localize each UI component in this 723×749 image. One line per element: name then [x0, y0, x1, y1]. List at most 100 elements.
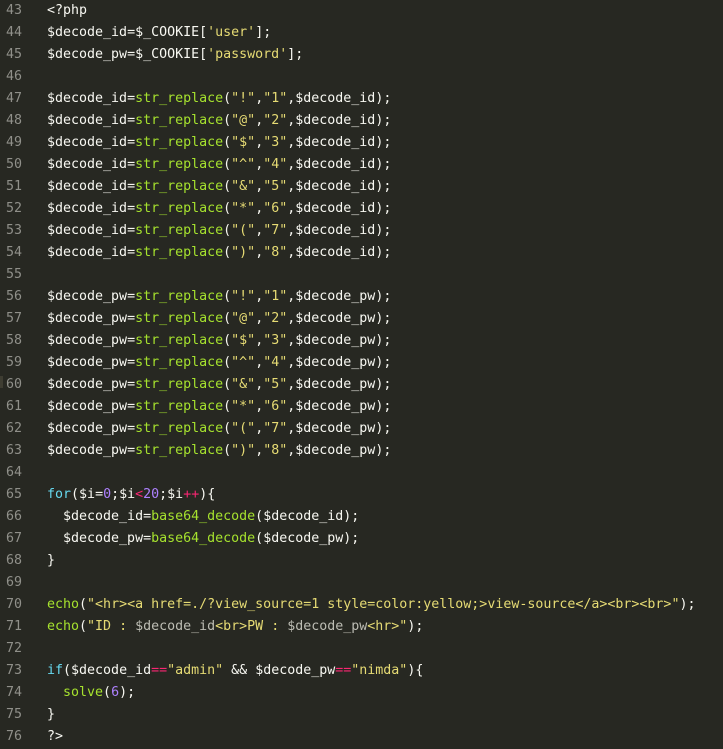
code-text: $decode_pw=str_replace("@","2",$decode_p…: [47, 308, 391, 330]
code-line[interactable]: 54 $decode_id=str_replace(")","8",$decode…: [0, 242, 723, 264]
code-token: "5": [263, 377, 288, 392]
code-line[interactable]: 60 $decode_pw=str_replace("&","5",$decode…: [0, 374, 723, 396]
code-token: ==: [335, 663, 352, 678]
code-token: =: [143, 531, 152, 546]
code-token: $decode_pw: [287, 619, 368, 634]
code-text: }: [47, 550, 55, 572]
line-number: 64: [6, 465, 23, 480]
code-line[interactable]: 72: [0, 638, 723, 660]
code-token: "7": [263, 223, 288, 238]
code-token: );: [375, 333, 392, 348]
code-line[interactable]: 53 $decode_id=str_replace("(","7",$decode…: [0, 220, 723, 242]
line-number: 59: [6, 355, 23, 370]
code-token: ==: [151, 663, 168, 678]
code-line[interactable]: 67 $decode_pw=base64_decode($decode_pw);: [0, 528, 723, 550]
code-token: [: [199, 47, 208, 62]
line-number: 56: [6, 289, 23, 304]
code-token: str_replace: [135, 311, 224, 326]
code-token: $decode_id: [295, 135, 376, 150]
code-token: $decode_id: [295, 201, 376, 216]
code-token: (: [103, 685, 112, 700]
code-token: str_replace: [135, 399, 224, 414]
line-number: 73: [6, 663, 23, 678]
code-line[interactable]: 64: [0, 462, 723, 484]
code-token: $decode_pw: [63, 531, 144, 546]
code-token: str_replace: [135, 377, 224, 392]
code-line[interactable]: 55: [0, 264, 723, 286]
line-number: 60: [6, 377, 23, 392]
code-line[interactable]: 58 $decode_pw=str_replace("$","3",$decode…: [0, 330, 723, 352]
code-token: $decode_id: [63, 509, 144, 524]
code-line[interactable]: 48 $decode_id=str_replace("@","2",$decode…: [0, 110, 723, 132]
code-line[interactable]: 51 $decode_id=str_replace("&","5",$decode…: [0, 176, 723, 198]
line-number: 62: [6, 421, 23, 436]
code-token: =: [127, 201, 136, 216]
code-line[interactable]: 43 <?php: [0, 0, 723, 22]
code-token: "8": [263, 443, 288, 458]
code-line[interactable]: 66 $decode_id=base64_decode($decode_id);: [0, 506, 723, 528]
code-token: $decode_pw: [47, 399, 128, 414]
code-line[interactable]: 75}: [0, 704, 723, 726]
code-token: 'password': [207, 47, 288, 62]
code-token: $decode_pw: [47, 421, 128, 436]
code-line[interactable]: 50 $decode_id=str_replace("^","4",$decode…: [0, 154, 723, 176]
code-text: $decode_pw=str_replace("$","3",$decode_p…: [47, 330, 391, 352]
code-token: "!": [231, 289, 256, 304]
code-text: if($decode_id=="admin" && $decode_pw=="n…: [47, 660, 423, 682]
code-line[interactable]: 63 $decode_pw=str_replace(")","8",$decode…: [0, 440, 723, 462]
line-number: 44: [6, 25, 23, 40]
code-text: $decode_id=base64_decode($decode_id);: [47, 506, 359, 528]
code-line[interactable]: 61 $decode_pw=str_replace("*","6",$decode…: [0, 396, 723, 418]
code-token: );: [375, 443, 392, 458]
code-token: $decode_pw: [47, 355, 128, 370]
code-line[interactable]: 68}: [0, 550, 723, 572]
code-token: $decode_id: [47, 91, 128, 106]
code-token: $decode_id: [47, 179, 128, 194]
code-line[interactable]: 62 $decode_pw=str_replace("(","7",$decode…: [0, 418, 723, 440]
code-line[interactable]: 44 $decode_id=$_COOKIE['user'];: [0, 22, 723, 44]
code-token: "7": [263, 421, 288, 436]
code-token: );: [375, 377, 392, 392]
code-token: "ID :: [87, 619, 136, 634]
code-token: $decode_pw: [47, 289, 128, 304]
code-line[interactable]: 45 $decode_pw=$_COOKIE['password'];: [0, 44, 723, 66]
code-line[interactable]: 56 $decode_pw=str_replace("!","1",$decode…: [0, 286, 723, 308]
code-line[interactable]: 71 echo("ID : $decode_id<br>PW : $decode_…: [0, 616, 723, 638]
code-line[interactable]: 69: [0, 572, 723, 594]
code-token: $decode_pw: [263, 531, 344, 546]
code-token: =: [127, 25, 136, 40]
line-number: 43: [6, 3, 23, 18]
code-line[interactable]: 70 echo("<hr><a href=./?view_source=1 sty…: [0, 594, 723, 616]
code-line[interactable]: 59 $decode_pw=str_replace("^","4",$decode…: [0, 352, 723, 374]
code-line[interactable]: 76 ?>: [0, 726, 723, 748]
code-line[interactable]: 47 $decode_id=str_replace("!","1",$decode…: [0, 88, 723, 110]
code-token: ,: [255, 91, 264, 106]
code-token: str_replace: [135, 135, 224, 150]
code-token: <br>PW :: [215, 619, 288, 634]
code-line[interactable]: 57 $decode_pw=str_replace("@","2",$decode…: [0, 308, 723, 330]
code-line[interactable]: 46: [0, 66, 723, 88]
line-number: 76: [6, 729, 23, 744]
code-token: ,: [255, 201, 264, 216]
code-editor[interactable]: 43 <?php 44 $decode_id=$_COOKIE['user']; 45 $…: [0, 0, 723, 749]
code-line[interactable]: 65 for($i=0;$i<20;$i++){: [0, 484, 723, 506]
code-token: =: [127, 91, 136, 106]
code-token: if: [47, 663, 64, 678]
code-text: $decode_pw=str_replace("*","6",$decode_p…: [47, 396, 391, 418]
code-line[interactable]: 74 solve(6);: [0, 682, 723, 704]
code-line[interactable]: 52 $decode_id=str_replace("*","6",$decode…: [0, 198, 723, 220]
code-token: }: [47, 707, 56, 722]
code-token: str_replace: [135, 421, 224, 436]
code-token: ++: [183, 487, 200, 502]
code-token: $decode_id: [295, 157, 376, 172]
code-text: $decode_id=str_replace("$","3",$decode_i…: [47, 132, 391, 154]
code-token: $decode_pw: [295, 289, 376, 304]
code-token: $decode_id: [295, 223, 376, 238]
code-text: for($i=0;$i<20;$i++){: [47, 484, 215, 506]
code-token: "8": [263, 245, 288, 260]
code-token: =: [127, 179, 136, 194]
code-token: (: [223, 289, 232, 304]
code-line[interactable]: 73 if($decode_id=="admin" && $decode_pw==…: [0, 660, 723, 682]
code-line[interactable]: 49 $decode_id=str_replace("$","3",$decode…: [0, 132, 723, 154]
line-number: 51: [6, 179, 23, 194]
